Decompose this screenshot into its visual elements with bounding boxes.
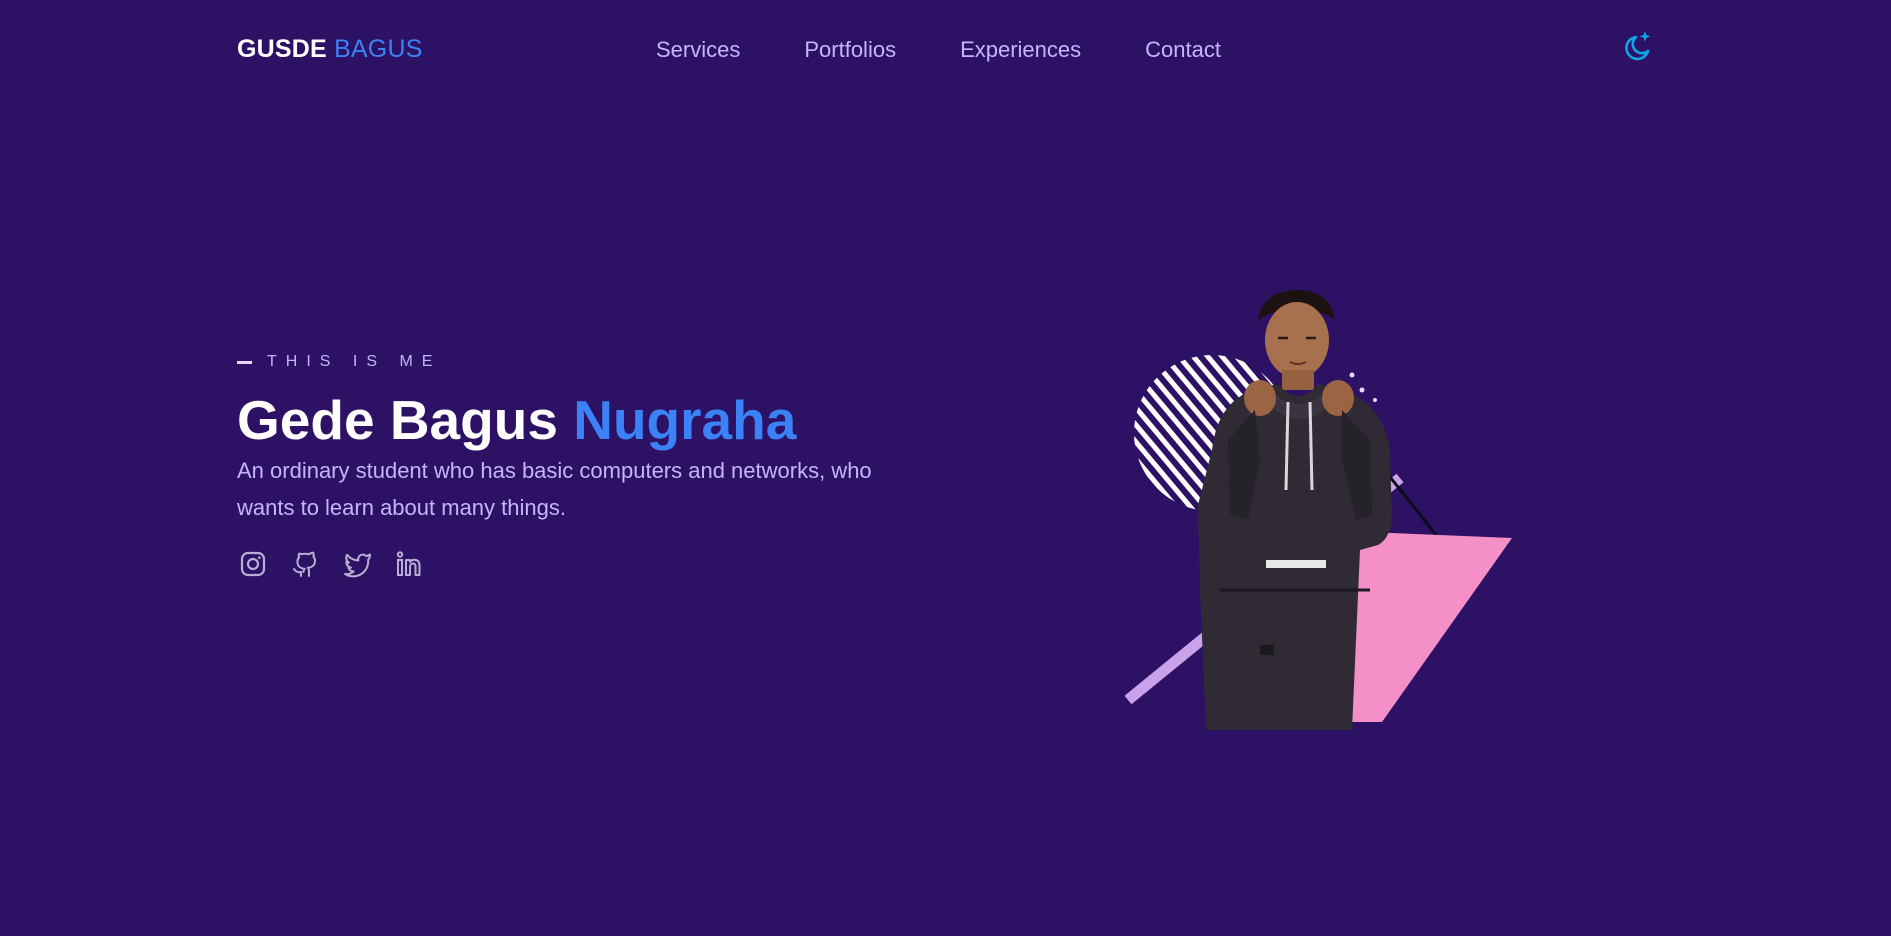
nav-link-portfolios[interactable]: Portfolios bbox=[804, 35, 896, 65]
hero-intro: THIS IS ME Gede Bagus Nugraha An ordinar… bbox=[237, 350, 937, 580]
hero-illustration bbox=[1120, 290, 1520, 730]
hero-tagline: THIS IS ME bbox=[237, 350, 937, 374]
theme-toggle-button[interactable] bbox=[1623, 29, 1653, 61]
site-logo[interactable]: GUSDE BAGUS bbox=[237, 34, 423, 64]
logo-second-word: BAGUS bbox=[334, 35, 423, 63]
github-link[interactable] bbox=[289, 548, 321, 580]
top-nav: GUSDE BAGUS Services Portfolios Experien… bbox=[0, 0, 1891, 100]
hero-name-first: Gede Bagus bbox=[237, 389, 574, 451]
twitter-icon bbox=[344, 553, 371, 578]
hero-name-accent: Nugraha bbox=[573, 389, 797, 451]
main-menu: Services Portfolios Experiences Contact bbox=[656, 35, 1221, 65]
tagline-text: THIS IS ME bbox=[267, 353, 442, 370]
twitter-link[interactable] bbox=[341, 548, 373, 580]
instagram-link[interactable] bbox=[237, 548, 269, 580]
logo-first-word: GUSDE bbox=[237, 35, 327, 63]
hero-description: An ordinary student who has basic comput… bbox=[237, 458, 872, 520]
moon-star-icon bbox=[1625, 31, 1651, 61]
github-icon bbox=[293, 551, 316, 577]
nav-link-services[interactable]: Services bbox=[656, 35, 740, 65]
tagline-dash bbox=[237, 360, 252, 364]
nav-link-contact[interactable]: Contact bbox=[1145, 35, 1221, 65]
instagram-icon bbox=[240, 551, 266, 577]
linkedin-icon bbox=[396, 551, 421, 576]
social-links bbox=[237, 548, 937, 580]
hero-name: Gede Bagus Nugraha bbox=[237, 390, 937, 450]
nav-link-experiences[interactable]: Experiences bbox=[960, 35, 1081, 65]
linkedin-link[interactable] bbox=[393, 548, 425, 580]
